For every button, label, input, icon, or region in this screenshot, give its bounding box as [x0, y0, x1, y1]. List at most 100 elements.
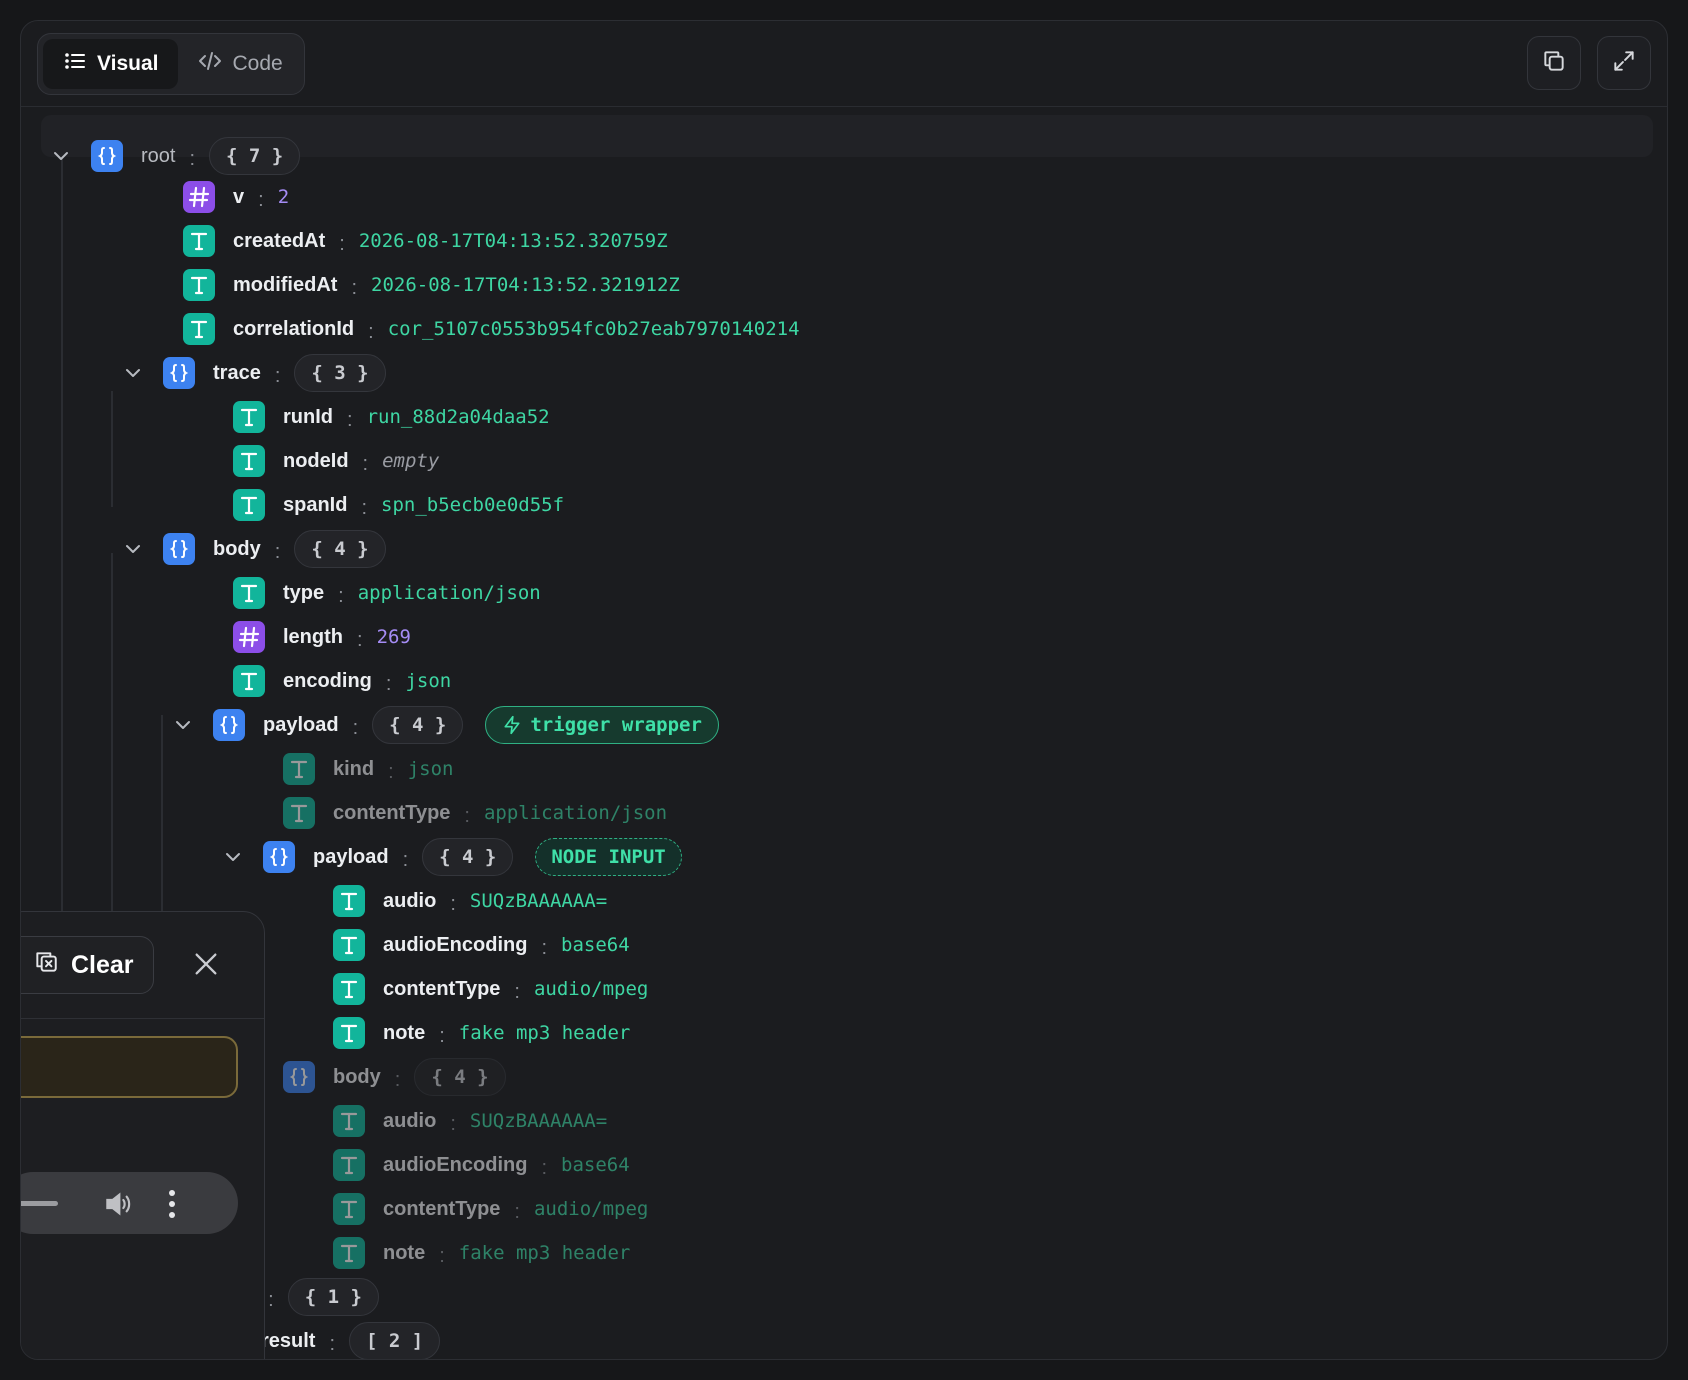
tab-code[interactable]: Code — [178, 39, 302, 89]
node-key: body — [333, 1065, 381, 1088]
tree-node-audio-2[interactable]: audio : SUQzBAAAAAA= — [333, 1099, 607, 1143]
tree-node-nodeid[interactable]: nodeId : empty — [233, 439, 439, 483]
tree-node-contenttype[interactable]: contentType : application/json — [283, 791, 667, 835]
object-type-icon — [213, 709, 245, 741]
highlighted-input-field[interactable] — [21, 1036, 238, 1098]
close-icon[interactable] — [192, 950, 220, 978]
toolbar: Visual Code — [21, 21, 1667, 107]
node-value: audio/mpeg — [533, 1198, 649, 1220]
node-input-tag: NODE INPUT — [535, 838, 682, 876]
node-key: audio — [383, 889, 437, 912]
tab-visual-label: Visual — [97, 52, 159, 75]
node-key: audioEncoding — [383, 1153, 528, 1176]
node-value: json — [407, 758, 454, 780]
node-value: SUQzBAAAAAA= — [469, 1110, 608, 1132]
tree-node-audio[interactable]: audio : SUQzBAAAAAA= — [333, 879, 607, 923]
tree-node-modifiedat[interactable]: modifiedAt : 2026-08-17T04:13:52.321912Z — [183, 263, 680, 307]
string-type-icon — [333, 973, 365, 1005]
overlay-header: Clear — [21, 912, 264, 1019]
tree-node-trace[interactable]: trace : { 3 } — [121, 351, 386, 395]
separator: : — [402, 848, 409, 871]
separator: : — [329, 1332, 336, 1355]
tree-node-audioencoding-2[interactable]: audioEncoding : base64 — [333, 1143, 630, 1187]
tree-node-type[interactable]: type : application/json — [233, 571, 541, 615]
child-count-pill: { 3 } — [294, 354, 386, 392]
node-value: fake mp3 header — [458, 1022, 631, 1044]
separator: : — [347, 408, 353, 431]
chevron-down-icon[interactable] — [221, 845, 245, 869]
separator: : — [394, 1068, 401, 1091]
tree-node-payload-inner[interactable]: payload : { 4 } NODE INPUT — [221, 835, 682, 879]
tree-node-encoding[interactable]: encoding : json — [233, 659, 451, 703]
tree-node-correlationid[interactable]: correlationId : cor_5107c0553b954fc0b27e… — [183, 307, 800, 351]
more-options-icon[interactable] — [168, 1188, 176, 1220]
expand-button[interactable] — [1597, 36, 1651, 90]
audio-player[interactable] — [21, 1172, 238, 1234]
audio-progress-bar[interactable] — [21, 1201, 58, 1206]
string-type-icon — [333, 1105, 365, 1137]
volume-icon[interactable] — [102, 1188, 134, 1220]
json-viewer-panel: Visual Code root: {7} v: 2 createdAt… — [20, 20, 1668, 1360]
number-type-icon — [233, 621, 265, 653]
tree-node-contenttype-audio[interactable]: contentType : audio/mpeg — [333, 967, 648, 1011]
node-key: root — [141, 144, 176, 167]
object-type-icon — [163, 533, 195, 565]
tree-node-root[interactable]: root : { 7 } — [49, 134, 301, 178]
node-key: body — [213, 537, 261, 560]
chevron-down-icon[interactable] — [121, 537, 145, 561]
tree-node-v[interactable]: v : 2 — [183, 175, 289, 219]
string-type-icon — [233, 401, 265, 433]
tree-node-length[interactable]: length : 269 — [233, 615, 411, 659]
node-key: note — [383, 1021, 426, 1044]
node-value: json — [405, 670, 452, 692]
clear-icon — [33, 949, 59, 982]
separator: : — [357, 628, 363, 651]
separator: : — [351, 276, 357, 299]
tab-visual[interactable]: Visual — [43, 39, 179, 89]
node-key: result — [261, 1329, 316, 1352]
chevron-down-icon[interactable] — [121, 361, 145, 385]
copy-icon — [1541, 48, 1567, 79]
tree-node-contenttype-2[interactable]: contentType : audio/mpeg — [333, 1187, 648, 1231]
copy-button[interactable] — [1527, 36, 1581, 90]
string-type-icon — [233, 577, 265, 609]
tree-node-audioencoding[interactable]: audioEncoding : base64 — [333, 923, 630, 967]
tree-node-kind[interactable]: kind : json — [283, 747, 453, 791]
node-value: 2026-08-17T04:13:52.320759Z — [358, 230, 668, 252]
list-icon — [63, 49, 87, 79]
tree-node-body[interactable]: body : { 4 } — [121, 527, 386, 571]
chevron-down-icon[interactable] — [171, 713, 195, 737]
node-key: trace — [213, 361, 261, 384]
separator: : — [388, 760, 394, 783]
string-type-icon — [333, 1149, 365, 1181]
tree-node-createdat[interactable]: createdAt : 2026-08-17T04:13:52.320759Z — [183, 219, 668, 263]
object-type-icon — [91, 140, 123, 172]
child-count-pill: { 4 } — [422, 838, 514, 876]
string-type-icon — [183, 313, 215, 345]
string-type-icon — [283, 753, 315, 785]
clear-button[interactable]: Clear — [21, 936, 154, 994]
tree-node-runid[interactable]: runId : run_88d2a04daa52 — [233, 395, 550, 439]
tab-code-label: Code — [232, 52, 283, 75]
node-key: payload — [313, 845, 389, 868]
node-value: cor_5107c0553b954fc0b27eab7970140214 — [387, 318, 800, 340]
tree-node-spanid[interactable]: spanId : spn_b5ecb0e0d55f — [233, 483, 564, 527]
node-value: fake mp3 header — [458, 1242, 631, 1264]
node-value: base64 — [561, 934, 630, 956]
separator: : — [268, 1288, 274, 1311]
tree-node-body-inner[interactable]: body : { 4 } — [283, 1055, 506, 1099]
string-type-icon — [183, 269, 215, 301]
tree-node-note-2[interactable]: note : fake mp3 header — [333, 1231, 630, 1275]
json-tree: root : { 7 } v : 2 createdAt : 2026-08-1… — [21, 107, 1667, 1359]
tree-node-note[interactable]: note : fake mp3 header — [333, 1011, 630, 1055]
separator: : — [450, 892, 456, 915]
node-key: payload — [263, 713, 339, 736]
node-value: 2 — [277, 186, 290, 208]
node-key: encoding — [283, 669, 372, 692]
tree-node-result[interactable]: result : [ 2 ] — [261, 1319, 441, 1359]
child-count-pill: { 4 } — [414, 1058, 506, 1096]
string-type-icon — [283, 797, 315, 829]
node-key: type — [283, 581, 325, 604]
tree-node-payload[interactable]: payload : { 4 } trigger wrapper — [171, 703, 719, 747]
chevron-down-icon[interactable] — [49, 144, 73, 168]
